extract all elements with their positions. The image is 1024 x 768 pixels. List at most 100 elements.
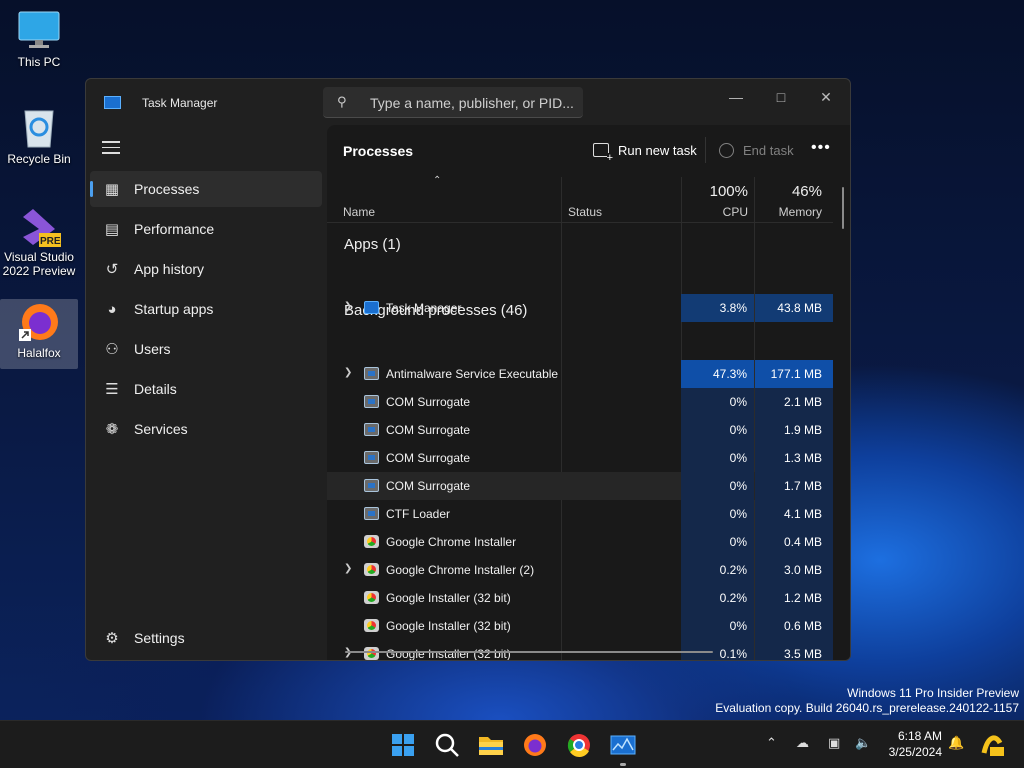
- table-row[interactable]: Google Chrome Installer 0% 0.4 MB: [327, 528, 833, 556]
- more-options-icon[interactable]: •••: [811, 139, 831, 157]
- process-name: Google Installer (32 bit): [386, 619, 511, 633]
- file-explorer-icon[interactable]: [477, 731, 505, 759]
- sidebar-item-startup-apps[interactable]: ◕ Startup apps: [90, 291, 322, 327]
- table-row[interactable]: CTF Loader 0% 4.1 MB: [327, 500, 833, 528]
- watermark-line: Evaluation copy. Build 26040.rs_prerelea…: [715, 701, 1019, 715]
- vertical-scrollbar[interactable]: [842, 187, 844, 229]
- sidebar-item-services[interactable]: ❁ Services: [90, 411, 322, 447]
- process-cpu: 0%: [681, 388, 754, 416]
- maximize-button[interactable]: □: [759, 83, 803, 111]
- sort-chevron-up-icon[interactable]: ⌃: [433, 175, 441, 186]
- column-header-cpu[interactable]: CPU: [682, 205, 748, 219]
- chevron-right-icon[interactable]: ❯: [344, 301, 352, 312]
- process-icon: [364, 451, 379, 464]
- table-row[interactable]: ❯ Google Chrome Installer (2) 0.2% 3.0 MB: [327, 556, 833, 584]
- task-manager-icon[interactable]: [609, 731, 637, 759]
- desktop-icon-halalfox[interactable]: Halalfox: [0, 299, 78, 369]
- windows-watermark: Windows 11 Pro Insider Preview Evaluatio…: [715, 686, 1019, 716]
- copilot-pre-icon[interactable]: [978, 731, 1006, 759]
- process-name: COM Surrogate: [386, 479, 471, 493]
- sidebar-item-details[interactable]: ☰ Details: [90, 371, 322, 407]
- sidebar-item-performance[interactable]: ▤ Performance: [90, 211, 322, 247]
- monitor-icon: [17, 8, 61, 52]
- process-name: Antimalware Service Executable: [386, 367, 559, 381]
- process-cpu: 0%: [681, 416, 754, 444]
- table-row[interactable]: ❯ Antimalware Service Executable 47.3% 177.…: [327, 360, 833, 388]
- process-cpu: 0%: [681, 500, 754, 528]
- memory-total-percent[interactable]: 46%: [755, 183, 822, 200]
- sidebar-item-users[interactable]: ⚇ Users: [90, 331, 322, 367]
- cpu-total-percent[interactable]: 100%: [682, 183, 748, 200]
- end-task-label: End task: [743, 142, 794, 158]
- close-button[interactable]: ✕: [804, 83, 848, 111]
- firefox-icon: [17, 299, 61, 343]
- chevron-up-icon[interactable]: ⌃: [766, 735, 777, 751]
- desktop-icon-label: Halalfox: [17, 346, 61, 360]
- startup-icon: ◕: [107, 300, 117, 318]
- process-cpu: 3.8%: [681, 294, 754, 322]
- desktop-icon-recycle-bin[interactable]: Recycle Bin: [0, 105, 78, 177]
- process-cpu: 0.2%: [681, 556, 754, 584]
- table-row[interactable]: COM Surrogate 0% 2.1 MB: [327, 388, 833, 416]
- window-title: Task Manager: [142, 96, 218, 110]
- start-icon[interactable]: [389, 731, 417, 759]
- process-memory: 1.3 MB: [755, 444, 833, 472]
- chevron-right-icon[interactable]: ❯: [344, 367, 352, 378]
- search-placeholder: Type a name, publisher, or PID...: [370, 95, 574, 111]
- sidebar-item-app-history[interactable]: ↺ App history: [90, 251, 322, 287]
- table-header: ⌃ Name Status 100% CPU 46% Memory: [327, 175, 833, 223]
- taskbar: ⌃ ☁ ▣ 🔈 6:18 AM 3/25/2024 🔔: [0, 720, 1024, 768]
- process-icon: [364, 591, 379, 604]
- process-icon: [364, 395, 379, 408]
- table-row[interactable]: COM Surrogate 0% 1.3 MB: [327, 444, 833, 472]
- volume-muted-icon[interactable]: 🔈: [855, 735, 871, 751]
- notification-bell-icon[interactable]: 🔔: [948, 735, 964, 751]
- table-row[interactable]: ❯ Task Manager 3.8% 43.8 MB: [327, 294, 833, 322]
- clock-date: 3/25/2024: [888, 745, 942, 759]
- search-input[interactable]: ⚲ Type a name, publisher, or PID...: [323, 87, 583, 118]
- title-bar[interactable]: Task Manager ⚲ Type a name, publisher, o…: [86, 79, 850, 125]
- process-cpu: 47.3%: [681, 360, 754, 388]
- clock[interactable]: 6:18 AM 3/25/2024: [872, 728, 942, 760]
- table-row[interactable]: COM Surrogate 0% 1.9 MB: [327, 416, 833, 444]
- end-task-button[interactable]: End task: [719, 137, 794, 163]
- details-icon: ☰: [105, 381, 119, 398]
- process-icon: [364, 647, 379, 660]
- column-header-memory[interactable]: Memory: [755, 205, 822, 219]
- chrome-icon[interactable]: [565, 731, 593, 759]
- process-icon: [364, 535, 379, 548]
- network-icon[interactable]: ▣: [828, 735, 840, 751]
- search-icon: ⚲: [337, 94, 347, 109]
- hamburger-menu-icon[interactable]: [102, 141, 120, 155]
- column-header-name[interactable]: Name: [343, 205, 375, 219]
- process-memory: 0.6 MB: [755, 612, 833, 640]
- process-icon: [364, 507, 379, 520]
- desktop-icon-this-pc[interactable]: This PC: [0, 8, 78, 80]
- run-new-task-button[interactable]: Run new task: [593, 137, 697, 163]
- process-name: Google Chrome Installer (2): [386, 563, 535, 577]
- column-header-status[interactable]: Status: [568, 205, 602, 219]
- table-row[interactable]: Google Installer (32 bit) 0.2% 1.2 MB: [327, 584, 833, 612]
- search-icon[interactable]: [433, 731, 461, 759]
- chevron-right-icon[interactable]: ❯: [344, 563, 352, 574]
- cloud-offline-icon[interactable]: ☁: [796, 735, 809, 751]
- desktop-icon-label: Recycle Bin: [7, 152, 71, 166]
- sidebar-item-label: Processes: [134, 181, 200, 197]
- recycle-bin-icon: [17, 105, 61, 149]
- services-icon: ❁: [105, 421, 119, 438]
- users-icon: ⚇: [105, 341, 119, 358]
- process-memory: 0.4 MB: [755, 528, 833, 556]
- process-icon: [364, 423, 379, 436]
- table-row[interactable]: COM Surrogate 0% 1.7 MB: [327, 472, 833, 500]
- sidebar-item-processes[interactable]: ▦ Processes: [90, 171, 322, 207]
- table-row[interactable]: Google Installer (32 bit) 0% 0.6 MB: [327, 612, 833, 640]
- minimize-button[interactable]: —: [714, 83, 758, 111]
- horizontal-scrollbar[interactable]: [345, 651, 713, 653]
- process-memory: 1.7 MB: [755, 472, 833, 500]
- sidebar-item-settings[interactable]: ⚙ Settings: [90, 620, 322, 656]
- process-memory: 4.1 MB: [755, 500, 833, 528]
- performance-icon: ▤: [104, 221, 120, 238]
- desktop-icon-visual-studio[interactable]: PRE Visual Studio 2022 Preview: [0, 203, 78, 278]
- firefox-icon[interactable]: [521, 731, 549, 759]
- process-memory: 2.1 MB: [755, 388, 833, 416]
